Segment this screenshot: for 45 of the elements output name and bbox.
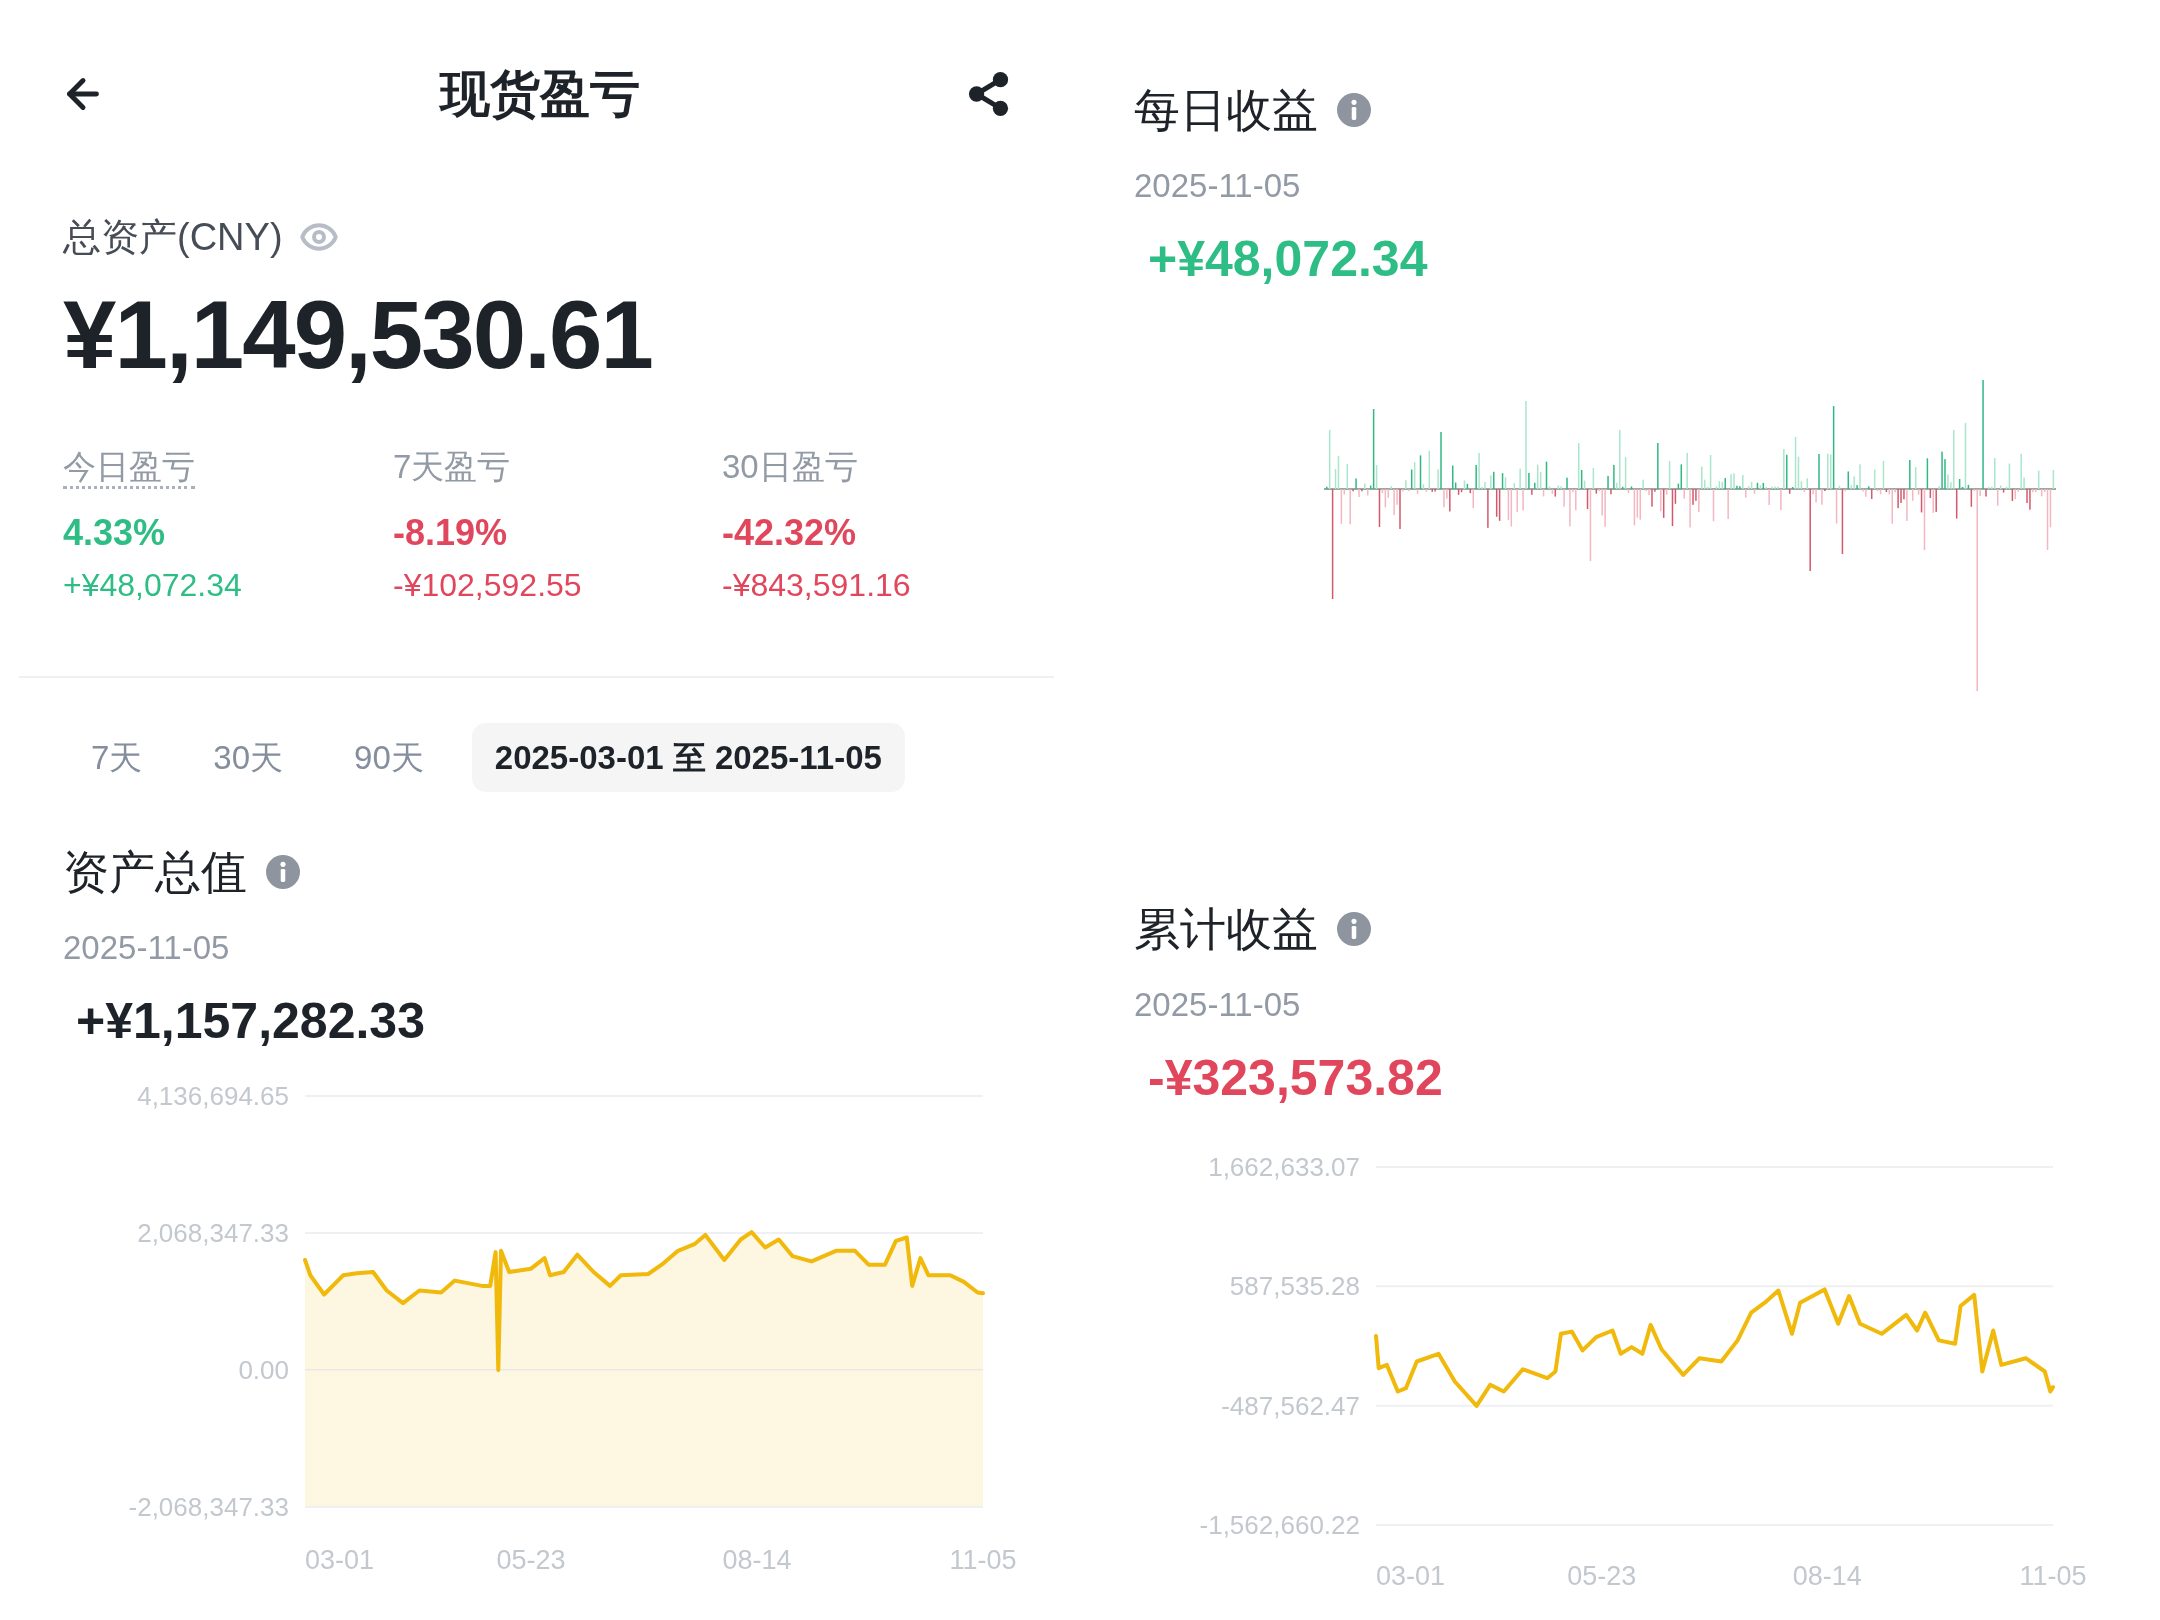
section-value: +¥1,157,282.33	[76, 996, 425, 1046]
section-title: 累计收益	[1134, 906, 1318, 952]
total-assets-value: ¥1,149,530.61	[63, 287, 652, 383]
section-title: 每日收益	[1134, 87, 1318, 133]
pnl-amount: +¥48,072.34	[63, 569, 242, 601]
info-icon[interactable]	[1337, 912, 1371, 946]
pnl-period-label: 7天盈亏	[393, 447, 511, 487]
info-icon[interactable]	[1337, 93, 1371, 127]
pnl-period-label: 30日盈亏	[722, 447, 858, 487]
pnl-percent: -8.19%	[393, 515, 508, 551]
range-tab[interactable]: 7天	[68, 723, 166, 792]
y-axis-label: 1,662,633.07	[1208, 1152, 1360, 1182]
section-title: 资产总值	[63, 849, 247, 895]
range-tab[interactable]: 2025-03-01 至 2025-11-05	[471, 723, 905, 792]
section-date: 2025-11-05	[1134, 168, 1301, 202]
x-axis-label: 08-14	[1792, 1561, 1862, 1591]
x-axis-label: 11-05	[949, 1545, 1017, 1575]
total-assets-label: 总资产(CNY)	[63, 218, 283, 256]
x-axis-label: 08-14	[722, 1545, 792, 1575]
section-date: 2025-11-05	[63, 930, 230, 964]
section-date: 2025-11-05	[1134, 987, 1301, 1021]
page-title: 现货盈亏	[440, 69, 640, 119]
pnl-percent: -42.32%	[722, 515, 857, 551]
share-icon[interactable]	[968, 71, 1010, 117]
y-axis-label: 0.00	[238, 1355, 289, 1385]
x-axis-label: 03-01	[305, 1545, 375, 1575]
x-axis-label: 05-23	[496, 1545, 566, 1575]
y-axis-label: 4,136,694.65	[137, 1081, 289, 1111]
pnl-amount: -¥843,591.16	[722, 569, 911, 601]
section-value: +¥48,072.34	[1148, 234, 1428, 284]
pnl-period-label: 今日盈亏	[63, 447, 195, 489]
y-axis-label: 587,535.28	[1229, 1271, 1360, 1302]
y-axis-label: -1,562,660.22	[1199, 1510, 1360, 1540]
x-axis-label: 03-01	[1376, 1561, 1446, 1591]
pnl-percent: 4.33%	[63, 515, 166, 551]
section-value: -¥323,573.82	[1148, 1053, 1443, 1103]
y-axis-label: -487,562.47	[1221, 1390, 1360, 1421]
x-axis-label: 11-05	[2019, 1561, 2087, 1591]
y-axis-label: 2,068,347.33	[137, 1218, 289, 1248]
info-icon[interactable]	[266, 855, 300, 889]
range-tab[interactable]: 30天	[190, 723, 307, 792]
y-axis-label: -2,068,347.33	[128, 1492, 289, 1522]
x-axis-label: 05-23	[1567, 1561, 1637, 1591]
range-tab[interactable]: 90天	[331, 723, 447, 792]
pnl-amount: -¥102,592.55	[393, 569, 582, 601]
